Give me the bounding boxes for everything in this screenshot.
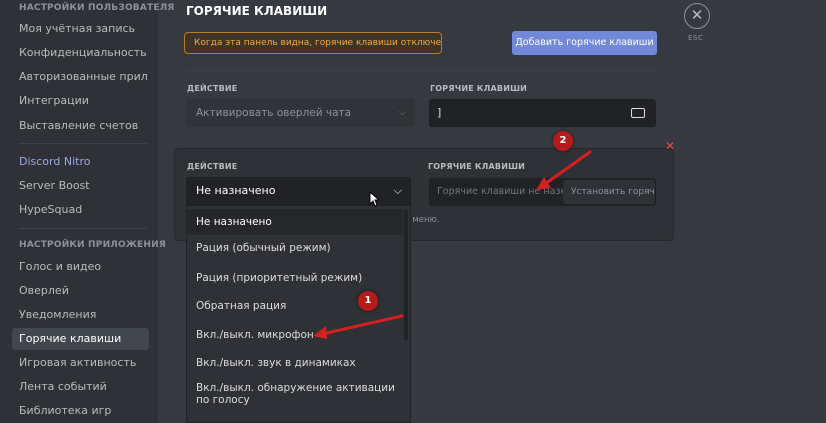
sidebar-item-keybinds[interactable]: Горячие клавиши	[12, 328, 149, 350]
sidebar-item-game-library[interactable]: Библиотека игр	[12, 400, 149, 422]
keybinds-disabled-warning: Когда эта панель видна, горячие клавиши …	[184, 32, 442, 54]
esc-label: ESC	[688, 34, 704, 42]
remove-keybind-icon[interactable]: ✕	[665, 139, 675, 153]
keybind2-action-value: Не назначено	[196, 184, 276, 197]
chevron-down-icon: ⌵	[398, 107, 406, 118]
keybind1-hotkey-input[interactable]: ]	[429, 99, 656, 127]
settings-sidebar: НАСТРОЙКИ ПОЛЬЗОВАТЕЛЯ Моя учётная запис…	[0, 0, 174, 423]
dropdown-option[interactable]: Не назначено	[187, 209, 403, 235]
annotation-marker-1: 1	[358, 291, 378, 311]
action-dropdown-menu: Не назначено Рация (обычный режим) Рация…	[186, 205, 411, 423]
hotkey-label: ГОРЯЧИЕ КЛАВИШИ	[430, 84, 528, 93]
dropdown-scrollbar[interactable]	[404, 210, 408, 340]
add-keybind-button[interactable]: Добавить горячие клавиши	[512, 31, 657, 55]
close-icon[interactable]: ✕	[684, 3, 710, 29]
dropdown-option[interactable]: Рация (обычный режим)	[187, 242, 403, 254]
sidebar-divider	[19, 228, 147, 229]
sidebar-item-hypesquad[interactable]: HypeSquad	[12, 199, 149, 221]
sidebar-item-privacy[interactable]: Конфиденциальность	[12, 42, 149, 64]
sidebar-item-game-activity[interactable]: Игровая активность	[12, 352, 149, 374]
sidebar-item-server-boost[interactable]: Server Boost	[12, 175, 149, 197]
annotation-marker-2: 2	[553, 131, 573, 151]
sidebar-item-overlay[interactable]: Оверлей	[12, 280, 149, 302]
dropdown-option[interactable]: Вкл./выкл. звук в динамиках	[187, 357, 403, 369]
action-label: ДЕЙСТВИЕ	[187, 84, 238, 93]
sidebar-divider	[19, 143, 147, 144]
keybind1-action-select[interactable]: Активировать оверлей чата ⌵	[186, 99, 415, 127]
chevron-down-icon: ⌵	[393, 184, 402, 197]
sidebar-item-authorized-apps[interactable]: Авторизованные прил...	[12, 66, 149, 88]
keybind1-action-value: Активировать оверлей чата	[196, 107, 352, 119]
sidebar-item-discord-nitro[interactable]: Discord Nitro	[12, 151, 149, 173]
sidebar-item-notifications[interactable]: Уведомления	[12, 304, 149, 326]
app-settings-header: НАСТРОЙКИ ПРИЛОЖЕНИЯ	[19, 240, 166, 250]
page-title: ГОРЯЧИЕ КЛАВИШИ	[186, 4, 328, 18]
sidebar-item-voice-video[interactable]: Голос и видео	[12, 256, 149, 278]
hotkey-label: ГОРЯЧИЕ КЛАВИШИ	[428, 162, 526, 171]
sidebar-item-billing[interactable]: Выставление счетов	[12, 115, 149, 137]
dropdown-option[interactable]: Рация (приоритетный режим)	[187, 272, 403, 284]
mouse-cursor-icon	[369, 191, 379, 207]
keybind1-hotkey-value: ]	[437, 106, 442, 119]
action-label: ДЕЙСТВИЕ	[187, 162, 238, 171]
dropdown-option[interactable]: Вкл./выкл. микрофон	[187, 329, 403, 341]
keybind2-hotkey-placeholder: Горячие клавиши не назна...	[437, 186, 582, 197]
record-keybind-button[interactable]: Установить горяч	[563, 180, 655, 204]
sidebar-item-integrations[interactable]: Интеграции	[12, 90, 149, 112]
keybinds-page: ГОРЯЧИЕ КЛАВИШИ Когда эта панель видна, …	[158, 0, 826, 423]
user-settings-header: НАСТРОЙКИ ПОЛЬЗОВАТЕЛЯ	[19, 3, 175, 13]
keyboard-icon[interactable]	[631, 108, 645, 118]
section-divider	[186, 70, 656, 71]
sidebar-item-activity-feed[interactable]: Лента событий	[12, 376, 149, 398]
dropdown-option[interactable]: Вкл./выкл. обнаружение активации по голо…	[187, 382, 397, 406]
sidebar-item-my-account[interactable]: Моя учётная запись	[12, 18, 149, 40]
